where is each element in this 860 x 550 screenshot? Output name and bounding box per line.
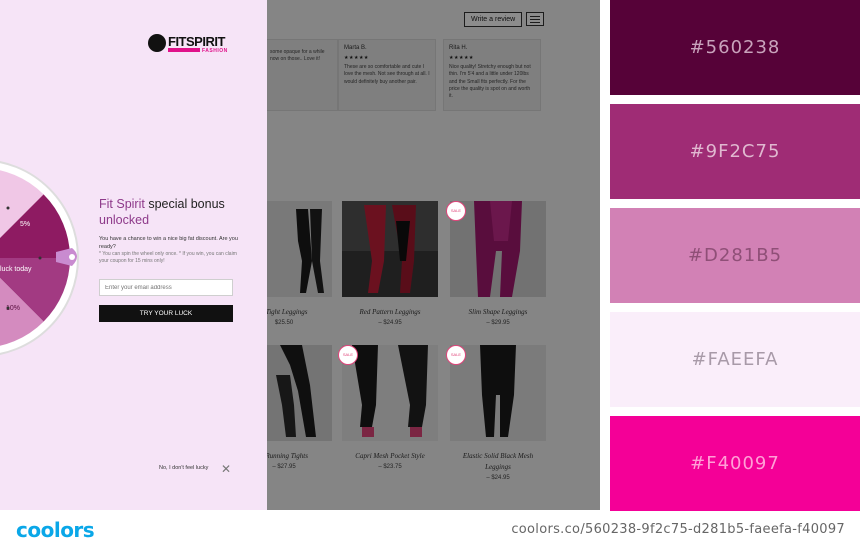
- logo-text: FITSPIRIT: [168, 34, 225, 49]
- popup-rules-text: * You can spin the wheel only once. * If…: [99, 251, 237, 264]
- swatch-hex: #D281B5: [687, 245, 783, 266]
- swatch-hex: #F40097: [690, 453, 780, 474]
- palette-swatch[interactable]: #F40097: [610, 416, 860, 511]
- logo-mark-icon: [148, 34, 166, 52]
- heading-accent-2: unlocked: [99, 213, 150, 228]
- wheel-label: luck today: [0, 266, 32, 273]
- spin-wheel-popup: FITSPIRIT FASHION 5% luck today 10% Fit …: [0, 0, 267, 510]
- palette-swatch[interactable]: #FAEEFA: [610, 312, 860, 407]
- sale-badge: SALE: [338, 345, 358, 365]
- logo-sub: FASHION: [202, 48, 228, 54]
- heading-accent: Fit Spirit: [99, 197, 145, 211]
- email-input[interactable]: [99, 279, 233, 296]
- logo-bar: [168, 48, 200, 52]
- coolors-logo[interactable]: coolors: [16, 518, 95, 542]
- swatch-hex: #560238: [689, 37, 781, 58]
- wheel-pointer-icon: [56, 248, 77, 266]
- heading-dark: special bonus: [148, 197, 225, 211]
- try-your-luck-button[interactable]: TRY YOUR LUCK: [99, 305, 233, 322]
- sale-badge: SALE: [446, 345, 466, 365]
- palette-swatch[interactable]: #9F2C75: [610, 104, 860, 199]
- swatch-hex: #9F2C75: [689, 141, 781, 162]
- palette-swatch[interactable]: #560238: [610, 0, 860, 95]
- no-thanks-link[interactable]: No, I don't feel lucky: [159, 465, 208, 471]
- swatch-hex: #FAEEFA: [691, 349, 779, 370]
- palette-swatch[interactable]: #D281B5: [610, 208, 860, 303]
- sale-badge: SALE: [446, 201, 466, 221]
- wheel-label: 5%: [20, 221, 30, 228]
- brand-logo: FITSPIRIT FASHION: [148, 34, 234, 54]
- palette-url[interactable]: coolors.co/560238-9f2c75-d281b5-faeefa-f…: [511, 522, 845, 537]
- screenshot-area: Write a review some opaque for a while n…: [0, 0, 600, 510]
- popup-intro-text: You have a chance to win a nice big fat …: [99, 236, 238, 250]
- popup-heading: Fit Spirit special bonus unlocked: [99, 196, 249, 229]
- close-icon[interactable]: ✕: [221, 463, 231, 475]
